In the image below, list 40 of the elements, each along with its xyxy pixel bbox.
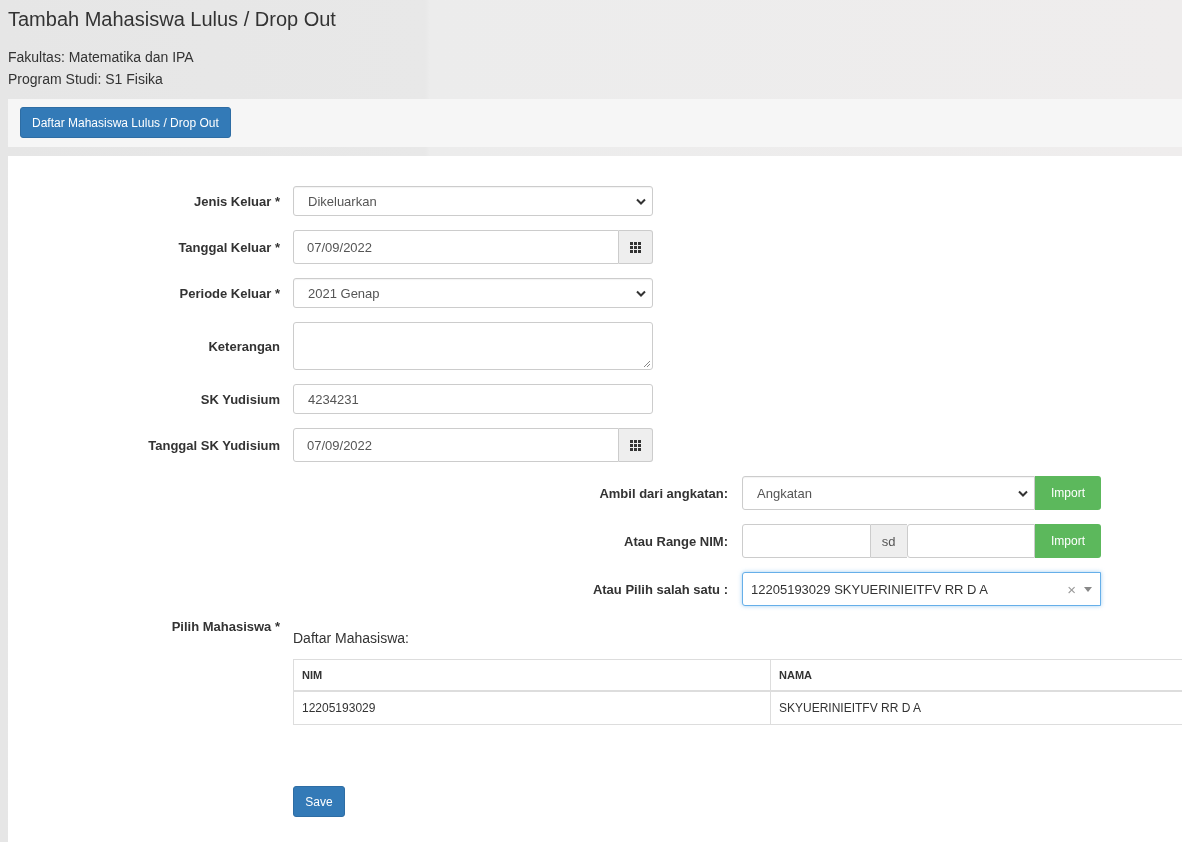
column-header: NAMA xyxy=(770,659,1182,691)
dropdown-field[interactable]: Angkatan xyxy=(742,476,1035,510)
nim-from-field[interactable] xyxy=(742,524,871,558)
field-label: Ambil dari angkatan: xyxy=(598,485,728,501)
date-field[interactable]: 07/09/2022 xyxy=(293,428,619,462)
column-header: NIM xyxy=(293,659,771,691)
list-button[interactable]: Daftar Mahasiswa Lulus / Drop Out xyxy=(20,107,231,138)
grid-icon xyxy=(630,439,641,451)
field-label: Keterangan xyxy=(207,338,280,354)
calendar-button[interactable] xyxy=(619,428,653,462)
dropdown-field[interactable]: Dikeluarkan xyxy=(293,186,653,216)
table-cell: 12205193029 xyxy=(293,691,771,725)
save-button[interactable]: Save xyxy=(293,786,345,817)
combo-value: 12205193029 SKYUERINIEITFV RR D A xyxy=(751,581,988,597)
resize-grip-icon xyxy=(643,360,650,367)
page-title: Tambah Mahasiswa Lulus / Drop Out xyxy=(8,7,337,31)
chevron-icon xyxy=(1018,489,1028,497)
field-label: Atau Range NIM: xyxy=(623,533,728,549)
program-text: Program Studi: S1 Fisika xyxy=(8,70,164,89)
field-label: SK Yudisium xyxy=(199,391,280,407)
list-title: Daftar Mahasiswa: xyxy=(293,630,410,646)
textarea-field[interactable] xyxy=(293,322,653,370)
field-label: Pilih Mahasiswa * xyxy=(170,619,280,636)
field-label: Periode Keluar * xyxy=(178,285,280,301)
field-label: Tanggal Keluar * xyxy=(177,239,280,255)
dropdown-field[interactable]: 2021 Genap xyxy=(293,278,653,308)
text-field[interactable]: 4234231 xyxy=(293,384,653,414)
chevron-icon xyxy=(636,197,646,205)
field-label: Jenis Keluar * xyxy=(193,193,280,209)
date-field[interactable]: 07/09/2022 xyxy=(293,230,619,264)
chevron-icon xyxy=(636,289,646,297)
dropdown-caret-icon xyxy=(1084,586,1092,592)
nim-to-field[interactable] xyxy=(906,524,1035,558)
grid-icon xyxy=(630,241,641,253)
calendar-button[interactable] xyxy=(619,230,653,264)
faculty-text: Fakultas: Matematika dan IPA xyxy=(8,48,195,67)
field-label: Atau Pilih salah satu : xyxy=(591,581,728,597)
search-combo-field[interactable]: 12205193029 SKYUERINIEITFV RR D A × xyxy=(742,572,1101,606)
range-separator: sd xyxy=(870,524,907,558)
field-label: Tanggal SK Yudisium xyxy=(147,437,280,453)
